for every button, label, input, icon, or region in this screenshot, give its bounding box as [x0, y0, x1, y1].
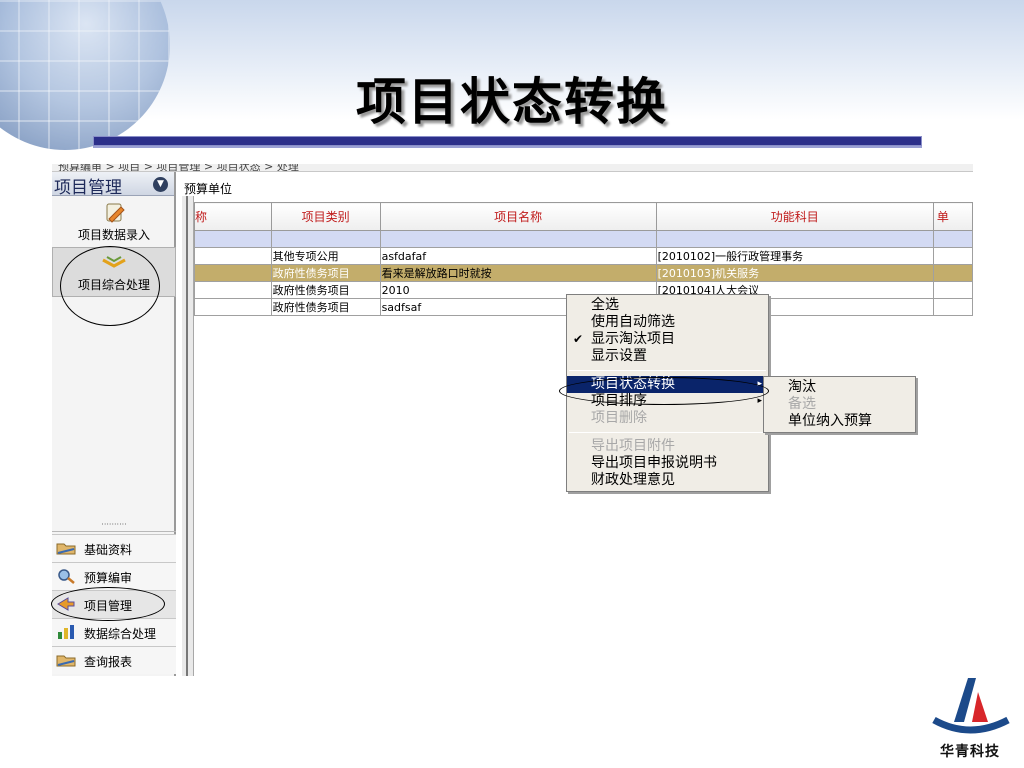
column-header[interactable]: 称 — [194, 202, 272, 231]
table-row-selected[interactable]: 政府性债务项目 看来是解放路口时就按 [2010103]机关服务 — [194, 264, 973, 282]
table-cell — [194, 298, 272, 316]
menu-item-delete[interactable]: 项目删除 — [567, 410, 768, 427]
title-divider — [93, 136, 922, 146]
nav-item-reports[interactable]: 查询报表 — [52, 646, 176, 674]
sidebar-item-data-entry[interactable]: 项目数据录入 — [52, 202, 176, 243]
magnifier-icon — [56, 568, 76, 584]
sidebar-title: 项目管理 — [54, 178, 122, 198]
table-cell — [932, 264, 973, 282]
submenu-item-standby[interactable]: 备选 — [764, 396, 915, 413]
table-cell — [194, 247, 272, 265]
folder-icon — [56, 540, 76, 556]
table-header-row: 称 项目类别 项目名称 功能科目 单 — [194, 202, 973, 231]
annotation-circle — [60, 246, 160, 326]
vertical-scrollbar[interactable] — [182, 196, 194, 676]
company-name: 华青科技 — [940, 744, 1000, 760]
menu-item-display-settings[interactable]: 显示设置 — [567, 348, 768, 365]
table-cell: 政府性债务项目 — [270, 281, 381, 299]
menu-item-finance-opinion[interactable]: 财政处理意见 — [567, 472, 768, 489]
menu-separator — [569, 432, 766, 433]
checkmark-icon: ✔ — [573, 332, 584, 346]
table-cell — [194, 264, 272, 282]
nav-item-basic-data[interactable]: 基础资料 — [52, 534, 176, 562]
menu-separator — [569, 370, 766, 371]
nav-label: 查询报表 — [84, 655, 133, 669]
bar-chart-icon — [56, 624, 76, 640]
nav-label: 数据综合处理 — [84, 627, 157, 641]
nav-item-data-processing[interactable]: 数据综合处理 — [52, 618, 176, 646]
status-submenu: 淘汰 备选 单位纳入预算 — [763, 376, 916, 433]
folder-icon — [56, 652, 76, 668]
menu-item-export-description[interactable]: 导出项目申报说明书 — [567, 455, 768, 472]
table-cell: 政府性债务项目 — [270, 264, 381, 282]
table-cell: [2010103]机关服务 — [655, 264, 934, 282]
menu-item-export-attachments[interactable]: 导出项目附件 — [567, 438, 768, 455]
sidebar-header[interactable]: 项目管理 ▼ — [52, 172, 174, 198]
slide-title: 项目状态转换 — [356, 73, 668, 131]
column-header[interactable]: 单 — [932, 202, 973, 231]
table-cell: 其他专项公用 — [270, 247, 381, 265]
annotation-circle — [559, 377, 769, 405]
annotation-circle — [51, 587, 165, 621]
column-header[interactable]: 项目名称 — [379, 202, 657, 231]
column-header[interactable]: 项目类别 — [270, 202, 381, 231]
sidebar-splitter[interactable]: ·········· — [52, 521, 176, 532]
submenu-item-include-budget[interactable]: 单位纳入预算 — [764, 413, 915, 430]
table-cell: asfdafaf — [379, 247, 657, 265]
table-cell: 看来是解放路口时就按 — [379, 264, 657, 282]
column-header[interactable]: 功能科目 — [655, 202, 934, 231]
table-cell — [932, 247, 973, 265]
submenu-item-eliminate[interactable]: 淘汰 — [764, 379, 915, 396]
nav-item-budget-review[interactable]: 预算编审 — [52, 562, 176, 590]
table-cell: [2010102]一般行政管理事务 — [655, 247, 934, 265]
filter-row[interactable] — [194, 230, 973, 248]
panel-title: 预算单位 — [184, 182, 233, 196]
edit-pen-icon — [98, 202, 130, 224]
table-row[interactable]: 其他专项公用 asfdafaf [2010102]一般行政管理事务 — [194, 247, 973, 265]
table-cell — [932, 298, 973, 316]
menu-item-show-eliminated[interactable]: ✔ 显示淘汰项目 — [567, 331, 768, 348]
table-cell — [194, 281, 272, 299]
sidebar-item-label: 项目数据录入 — [77, 228, 150, 242]
breadcrumb: 预算编审 > 项目 > 项目管理 > 项目状态 > 处理 — [52, 164, 973, 172]
menu-item-auto-filter[interactable]: 使用自动筛选 — [567, 314, 768, 331]
table-cell — [932, 281, 973, 299]
menu-item-select-all[interactable]: 全选 — [567, 297, 768, 314]
table-cell: 政府性债务项目 — [270, 298, 381, 316]
nav-label: 预算编审 — [84, 571, 133, 585]
nav-label: 基础资料 — [84, 543, 133, 557]
chevron-down-icon[interactable]: ▼ — [153, 177, 168, 192]
